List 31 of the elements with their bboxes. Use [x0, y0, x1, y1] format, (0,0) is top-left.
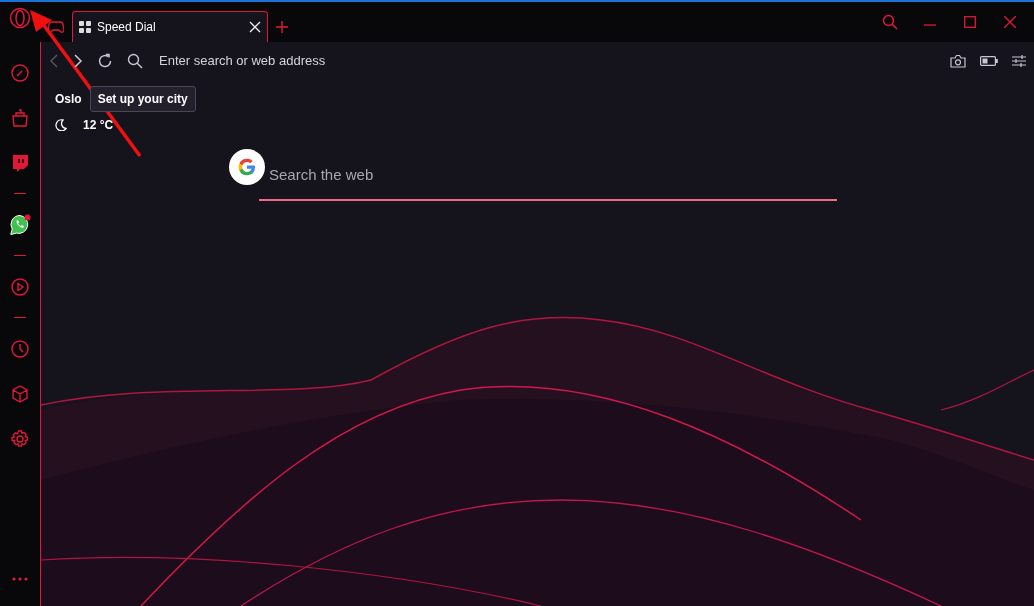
more-icon[interactable]: [12, 576, 28, 581]
maximize-icon[interactable]: [964, 16, 976, 28]
gamepad-icon[interactable]: [48, 21, 64, 33]
grid-icon: [79, 21, 91, 33]
tab-title: Speed Dial: [97, 19, 157, 36]
camera-icon[interactable]: [950, 54, 966, 68]
sliders-icon[interactable]: [1012, 55, 1026, 67]
back-icon[interactable]: [49, 54, 59, 68]
whatsapp-icon[interactable]: [9, 213, 31, 236]
browser-tab[interactable]: Speed Dial: [72, 11, 268, 42]
speedometer-icon[interactable]: [10, 62, 30, 83]
bag-icon[interactable]: [10, 107, 30, 128]
reload-icon[interactable]: [97, 53, 113, 69]
search-field[interactable]: Search the web: [259, 156, 837, 201]
moon-icon: [55, 119, 67, 131]
new-tab-icon[interactable]: [276, 21, 288, 33]
browser-logo-icon[interactable]: [9, 7, 31, 29]
cube-icon[interactable]: [10, 383, 30, 404]
search-icon[interactable]: [882, 14, 898, 30]
clock-icon[interactable]: [10, 338, 30, 359]
settings-icon[interactable]: [10, 428, 30, 449]
google-logo-icon: [229, 149, 265, 186]
battery-icon[interactable]: [980, 56, 998, 66]
tooltip: Set up your city: [89, 86, 196, 112]
forward-icon[interactable]: [73, 54, 83, 68]
address-field[interactable]: Enter search or web address: [157, 50, 657, 72]
temperature: 12 °C: [83, 117, 114, 134]
play-icon[interactable]: [10, 276, 30, 297]
city-name: Oslo: [55, 91, 82, 108]
search-icon: [127, 53, 143, 69]
twitch-icon[interactable]: [10, 152, 30, 173]
